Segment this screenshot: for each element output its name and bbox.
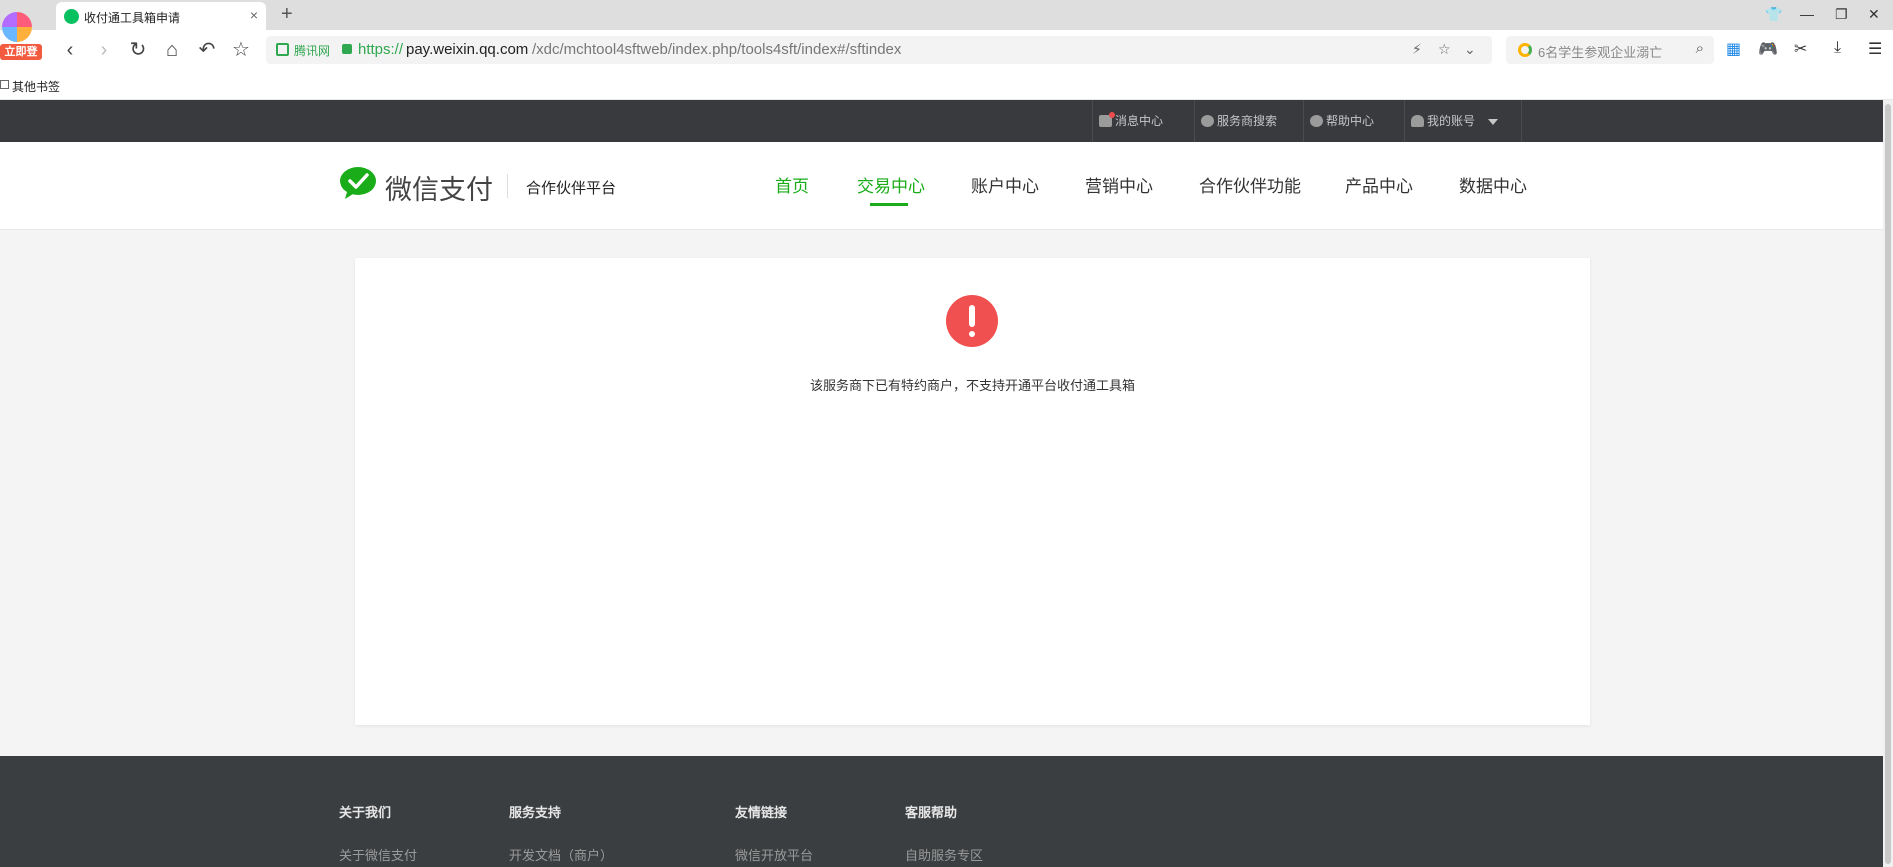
active-nav-indicator xyxy=(870,203,908,206)
profile-avatar[interactable]: 立即登录 xyxy=(0,6,42,74)
download-icon[interactable]: ⤓ xyxy=(1834,39,1841,57)
my-account-label: 我的账号 xyxy=(1427,114,1476,128)
apps-icon[interactable]: ▦ xyxy=(1726,39,1741,59)
url-path: /xdc/mchtool4sftweb/index.php/tools4sft/… xyxy=(532,41,902,58)
nav-data-center[interactable]: 数据中心 xyxy=(1459,172,1527,197)
close-tab-icon[interactable]: × xyxy=(250,7,258,23)
footer-link[interactable]: 开发文档（商户） xyxy=(509,845,613,864)
site-verified-icon xyxy=(276,43,289,56)
site-header: 微信支付 合作伙伴平台 首页 交易中心 账户中心 营销中心 合作伙伴功能 产品中… xyxy=(0,142,1883,230)
url-protocol: https:// xyxy=(358,41,404,58)
search-icon[interactable]: ⌕ xyxy=(1696,40,1704,57)
game-icon[interactable]: 🎮 xyxy=(1758,39,1778,59)
footer-heading: 服务支持 xyxy=(509,805,562,820)
folder-icon xyxy=(0,80,9,89)
top-utility-bar: 消息中心 服务商搜索 帮助中心 我的账号 xyxy=(0,100,1883,142)
avatar xyxy=(2,12,32,42)
notification-dot xyxy=(1109,112,1115,118)
user-icon xyxy=(1411,115,1424,127)
message-center-link[interactable]: 消息中心 xyxy=(1092,100,1202,142)
bookmark-folder-other[interactable]: 其他书签 xyxy=(12,78,60,95)
brand-subtitle: 合作伙伴平台 xyxy=(526,180,617,197)
nav-product-center[interactable]: 产品中心 xyxy=(1345,172,1413,197)
footer-column-about: 关于我们 关于微信支付 xyxy=(339,802,417,864)
chevron-down-icon[interactable]: ⌄ xyxy=(1464,41,1476,58)
site-footer: 关于我们 关于微信支付 服务支持 开发文档（商户） 友情链接 微信开放平台 客服… xyxy=(0,756,1883,867)
footer-column-links: 友情链接 微信开放平台 xyxy=(735,802,813,864)
search-input[interactable]: 6名学生参观企业溺亡 xyxy=(1538,42,1662,61)
reload-icon[interactable]: ↻ xyxy=(126,38,150,62)
help-center-label: 帮助中心 xyxy=(1326,114,1375,128)
message-center-label: 消息中心 xyxy=(1115,114,1164,128)
footer-heading: 关于我们 xyxy=(339,805,392,820)
my-account-dropdown[interactable]: 我的账号 xyxy=(1404,100,1522,142)
footer-heading: 友情链接 xyxy=(735,805,788,820)
nav-marketing-center[interactable]: 营销中心 xyxy=(1085,172,1153,197)
help-icon xyxy=(1310,115,1323,127)
nav-home[interactable]: 首页 xyxy=(775,172,809,197)
menu-icon[interactable]: ☰ xyxy=(1868,39,1882,59)
lock-icon xyxy=(342,44,352,54)
forward-icon[interactable]: › xyxy=(92,38,116,62)
lightning-icon[interactable]: ⚡ xyxy=(1412,41,1422,58)
provider-search-label: 服务商搜索 xyxy=(1217,114,1278,128)
url-host: pay.weixin.qq.com xyxy=(406,41,529,58)
new-tab-button[interactable]: + xyxy=(281,3,293,26)
error-message: 该服务商下已有特约商户，不支持开通平台收付通工具箱 xyxy=(809,378,1135,393)
search-box[interactable]: 6名学生参观企业溺亡 ⌕ xyxy=(1506,36,1714,64)
caret-down-icon xyxy=(1488,118,1499,125)
address-toolbar: ‹ › ↻ ⌂ ↶ ☆ 腾讯网 https:// pay.weixin.qq.c… xyxy=(0,30,1893,70)
close-window-icon[interactable]: ✕ xyxy=(1868,6,1880,23)
skin-icon[interactable]: 👕 xyxy=(1765,6,1782,23)
help-center-link[interactable]: 帮助中心 xyxy=(1303,100,1403,142)
footer-column-help: 客服帮助 自助服务专区 xyxy=(905,802,983,864)
footer-link[interactable]: 微信开放平台 xyxy=(735,845,813,864)
bookmarks-bar: 其他书签 xyxy=(0,70,1893,100)
nav-transaction-center[interactable]: 交易中心 xyxy=(857,172,925,197)
nav-account-center[interactable]: 账户中心 xyxy=(971,172,1039,197)
home-icon[interactable]: ⌂ xyxy=(160,38,184,62)
exclamation-icon xyxy=(946,295,998,347)
brand-divider xyxy=(507,174,508,198)
wechat-pay-logo-icon xyxy=(340,167,376,199)
undo-icon[interactable]: ↶ xyxy=(195,38,219,62)
search-icon xyxy=(1201,115,1214,127)
content-card: 该服务商下已有特约商户，不支持开通平台收付通工具箱 xyxy=(355,258,1590,725)
footer-link[interactable]: 自助服务专区 xyxy=(905,845,983,864)
brand-name: 微信支付 xyxy=(385,175,493,206)
minimize-icon[interactable]: — xyxy=(1800,6,1814,22)
footer-link[interactable]: 关于微信支付 xyxy=(339,845,417,864)
bookmark-star-icon[interactable]: ☆ xyxy=(229,38,253,62)
favorite-icon[interactable]: ☆ xyxy=(1438,41,1451,58)
login-badge[interactable]: 立即登录 xyxy=(0,44,42,74)
footer-column-support: 服务支持 开发文档（商户） xyxy=(509,802,613,864)
search-engine-icon xyxy=(1518,43,1532,57)
scrollbar-thumb[interactable] xyxy=(1885,104,1891,864)
web-page: 消息中心 服务商搜索 帮助中心 我的账号 微信支付 合作伙伴平台 首页 交易中心… xyxy=(0,100,1883,867)
nav-partner-functions[interactable]: 合作伙伴功能 xyxy=(1199,172,1301,197)
site-label: 腾讯网 xyxy=(294,44,331,58)
browser-tab[interactable]: 收付通工具箱申请 × xyxy=(56,2,266,30)
provider-search-link[interactable]: 服务商搜索 xyxy=(1194,100,1302,142)
back-icon[interactable]: ‹ xyxy=(58,38,82,62)
browser-tab-bar: 收付通工具箱申请 × + 👕 — ❐ ✕ xyxy=(0,0,1893,30)
footer-heading: 客服帮助 xyxy=(905,805,958,820)
url-bar[interactable]: 腾讯网 https:// pay.weixin.qq.com /xdc/mcht… xyxy=(266,36,1492,64)
scissors-icon[interactable]: ✂ xyxy=(1794,39,1807,59)
wechat-pay-favicon-icon xyxy=(64,9,79,24)
page-scrollbar[interactable] xyxy=(1883,100,1893,867)
tab-title: 收付通工具箱申请 xyxy=(84,11,181,25)
restore-icon[interactable]: ❐ xyxy=(1835,6,1848,23)
